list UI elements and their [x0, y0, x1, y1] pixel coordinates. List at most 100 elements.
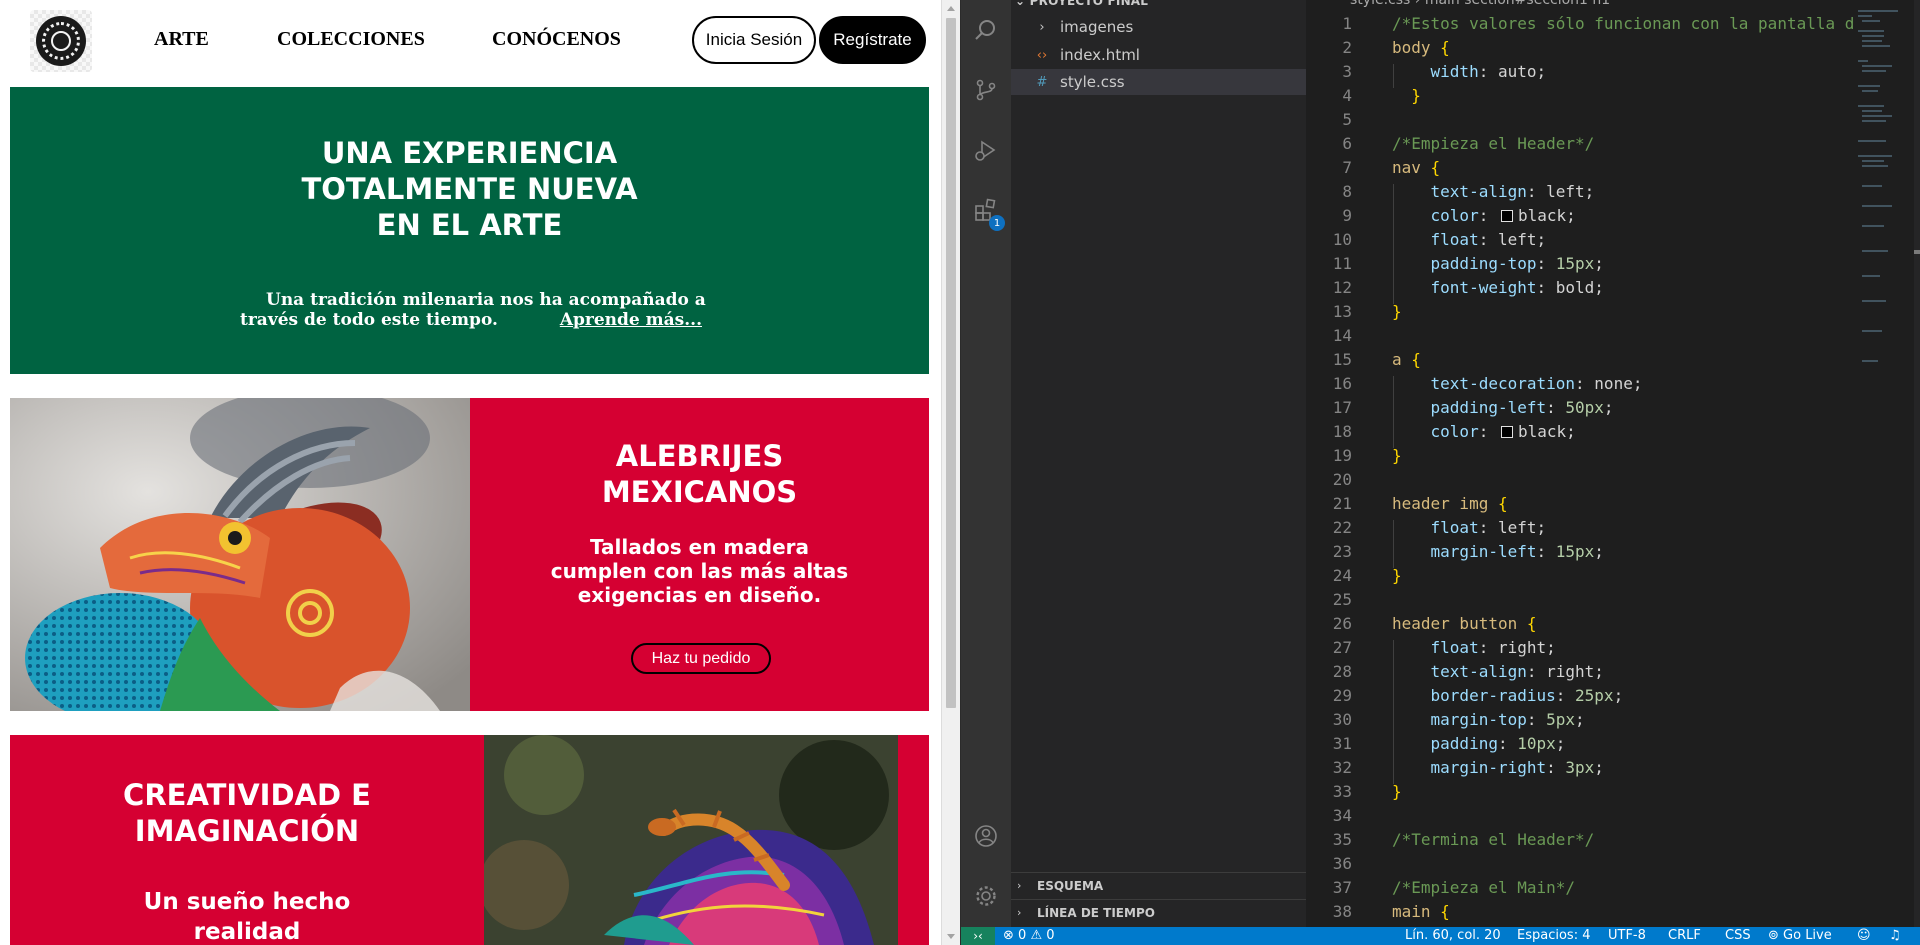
code-line[interactable]: 15 a { [1306, 348, 1856, 372]
code-line[interactable]: 36 [1306, 852, 1856, 876]
run-debug-icon[interactable] [974, 138, 998, 162]
code-token: { [1440, 902, 1450, 921]
code-line[interactable]: 31 padding: 10px; [1306, 732, 1856, 756]
section-title-line: CREATIVIDAD E [123, 778, 371, 812]
explorer-header[interactable]: ⌄ PROYECTO FINAL [1015, 0, 1148, 8]
encoding[interactable]: UTF-8 [1608, 927, 1646, 945]
go-live-label: Go Live [1783, 928, 1832, 943]
outline-panel-header[interactable]: › ESQUEMA [1011, 872, 1306, 898]
color-swatch-icon[interactable] [1500, 210, 1513, 222]
scroll-up-arrow[interactable] [947, 6, 955, 11]
minimap[interactable] [1856, 10, 1914, 390]
code-line[interactable]: 3 width: auto; [1306, 60, 1856, 84]
breadcrumb-file[interactable]: style.css [1350, 0, 1410, 8]
tree-item-folder[interactable]: › imagenes [1011, 14, 1306, 40]
code-token: padding [1430, 734, 1498, 753]
code-line[interactable]: 8 text-align: left; [1306, 180, 1856, 204]
settings-gear-icon[interactable] [974, 884, 998, 908]
code-line[interactable]: 29 border-radius: 25px; [1306, 684, 1856, 708]
order-button[interactable]: Haz tu pedido [631, 643, 771, 674]
preview-scrollbar[interactable] [941, 0, 960, 945]
line-source: margin-top: 5px; [1392, 708, 1585, 732]
line-ending[interactable]: CRLF [1668, 927, 1701, 945]
code-token: ; [1575, 710, 1585, 729]
code-line[interactable]: 1 /*Estos valores sólo funcionan con la p… [1306, 12, 1856, 36]
code-editor[interactable]: style.css › main section#seccion1 h1 1 /*… [1306, 0, 1920, 927]
signup-button[interactable]: Regístrate [819, 16, 926, 64]
notifications-bell-icon[interactable]: ♫ [1889, 927, 1901, 945]
code-line[interactable]: 17 padding-left: 50px; [1306, 396, 1856, 420]
color-swatch-icon[interactable] [1500, 426, 1513, 438]
code-line[interactable]: 6 /*Empieza el Header*/ [1306, 132, 1856, 156]
code-line[interactable]: 4 } [1306, 84, 1856, 108]
extensions-badge: 1 [989, 215, 1005, 231]
cursor-position[interactable]: Lín. 60, col. 20 [1405, 927, 1501, 945]
code-token: : [1478, 206, 1498, 225]
line-number: 20 [1332, 470, 1352, 489]
tree-item-file-selected[interactable]: # style.css [1011, 69, 1306, 95]
breadcrumb-symbol[interactable]: main section#seccion1 h1 [1425, 0, 1610, 8]
code-line[interactable]: 26 header button { [1306, 612, 1856, 636]
code-line[interactable]: 24} [1306, 564, 1856, 588]
editor-scroll-thumb[interactable] [1914, 250, 1920, 254]
scroll-down-arrow[interactable] [947, 934, 955, 939]
code-line[interactable]: 19} [1306, 444, 1856, 468]
code-line[interactable]: 18 color: black; [1306, 420, 1856, 444]
section-title: CREATIVIDAD E IMAGINACIÓN [10, 777, 484, 849]
learn-more-link[interactable]: Aprende más... [560, 310, 702, 330]
timeline-panel-header[interactable]: › LÍNEA DE TIEMPO [1011, 899, 1306, 925]
code-line[interactable]: 32 margin-right: 3px; [1306, 756, 1856, 780]
remote-icon[interactable]: ›‹ [961, 927, 995, 945]
code-line[interactable]: 5 [1306, 108, 1856, 132]
code-line[interactable]: 20 [1306, 468, 1856, 492]
code-line[interactable]: 21 header img { [1306, 492, 1856, 516]
code-line[interactable]: 22 float: left; [1306, 516, 1856, 540]
code-line[interactable]: 34 [1306, 804, 1856, 828]
code-line[interactable]: 30 margin-top: 5px; [1306, 708, 1856, 732]
search-icon[interactable] [974, 18, 998, 42]
code-line[interactable]: 14 [1306, 324, 1856, 348]
tree-item-file[interactable]: ‹› index.html [1011, 42, 1306, 68]
code-line[interactable]: 37 /*Empieza el Main*/ [1306, 876, 1856, 900]
status-bar: ›‹ ⊗ 0 ⚠ 0 Lín. 60, col. 20 Espacios: 4 … [961, 927, 1920, 945]
code-line[interactable]: 12 font-weight: bold; [1306, 276, 1856, 300]
code-token: ; [1613, 686, 1624, 705]
code-line[interactable]: 25 [1306, 588, 1856, 612]
code-line[interactable]: 38 main { [1306, 900, 1856, 924]
editor-scrollbar[interactable] [1914, 0, 1920, 927]
scroll-thumb[interactable] [946, 18, 956, 708]
account-icon[interactable] [974, 824, 998, 848]
code-line[interactable]: 9 color: black; [1306, 204, 1856, 228]
code-line[interactable]: 13} [1306, 300, 1856, 324]
code-line[interactable]: 10 float: left; [1306, 228, 1856, 252]
problems-indicator[interactable]: ⊗ 0 ⚠ 0 [1003, 927, 1055, 945]
go-live-button[interactable]: ⊚ Go Live [1768, 927, 1832, 945]
login-button[interactable]: Inicia Sesión [692, 16, 816, 64]
hero-text-line: Una tradición milenaria nos ha acompañad… [266, 290, 706, 310]
code-line[interactable]: 28 text-align: right; [1306, 660, 1856, 684]
source-control-icon[interactable] [974, 78, 998, 102]
nav-link-colecciones[interactable]: COLECCIONES [277, 28, 425, 51]
screen: ARTE COLECCIONES CONÓCENOS Inicia Sesión… [0, 0, 1920, 945]
nav-link-arte[interactable]: ARTE [154, 28, 209, 51]
indentation[interactable]: Espacios: 4 [1517, 927, 1590, 945]
code-line[interactable]: 35 /*Termina el Header*/ [1306, 828, 1856, 852]
nav-link-conocenos[interactable]: CONÓCENOS [492, 28, 621, 51]
feedback-icon[interactable]: ☺ [1857, 927, 1871, 945]
code-line[interactable]: 33} [1306, 780, 1856, 804]
hero-title: UNA EXPERIENCIA TOTALMENTE NUEVA EN EL A… [10, 135, 929, 243]
language-mode[interactable]: CSS [1725, 927, 1751, 945]
line-number: 25 [1332, 590, 1352, 609]
code-line[interactable]: 7 nav { [1306, 156, 1856, 180]
code-line[interactable]: 27 float: right; [1306, 636, 1856, 660]
code-token: } [1392, 446, 1402, 465]
line-number: 17 [1332, 398, 1352, 417]
code-token: : left; [1478, 518, 1547, 537]
code-line[interactable]: 23 margin-left: 15px; [1306, 540, 1856, 564]
site-logo[interactable] [30, 10, 92, 72]
code-line[interactable]: 2 body { [1306, 36, 1856, 60]
code-line[interactable]: 11 padding-top: 15px; [1306, 252, 1856, 276]
code-line[interactable]: 16 text-decoration: none; [1306, 372, 1856, 396]
